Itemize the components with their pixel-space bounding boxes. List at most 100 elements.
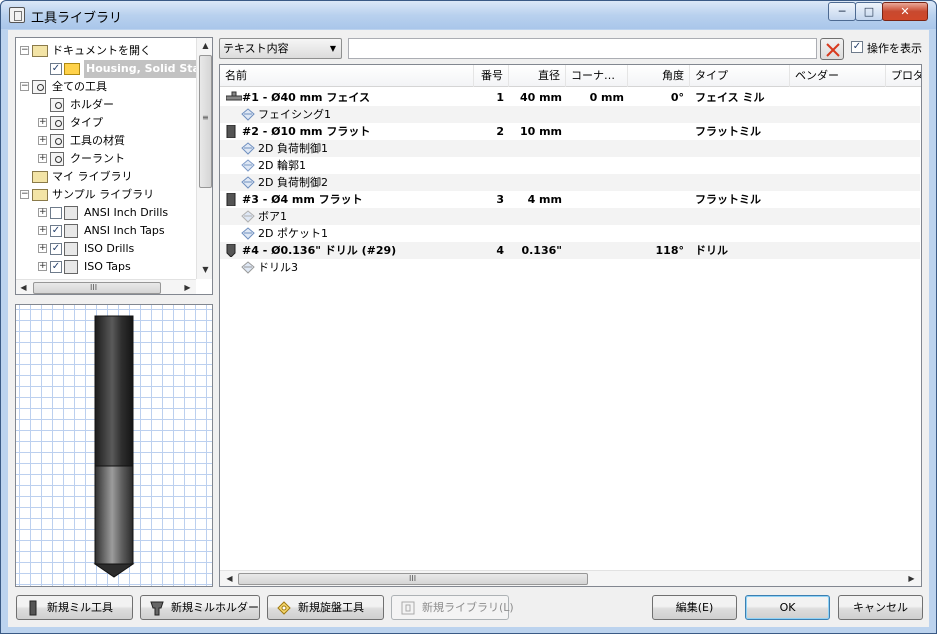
tool-type: ドリル bbox=[695, 244, 728, 257]
tool-angle bbox=[628, 191, 684, 208]
tree-item-checkbox[interactable] bbox=[50, 207, 62, 219]
close-button[interactable]: ✕ bbox=[882, 2, 928, 21]
tree-expander-icon[interactable]: + bbox=[38, 226, 47, 235]
tool-angle: 0° bbox=[670, 91, 684, 104]
window-title: 工具ライブラリ bbox=[31, 11, 123, 26]
tree-expander-icon[interactable]: + bbox=[38, 208, 47, 217]
tree-expander-icon[interactable]: + bbox=[38, 154, 47, 163]
list-scroll-right-arrow[interactable]: ▶ bbox=[904, 571, 919, 586]
tree-item[interactable]: − サンプル ライブラリ bbox=[16, 186, 196, 204]
tree-item-checkbox[interactable]: ✓ bbox=[50, 261, 62, 273]
tree-expander-icon[interactable]: + bbox=[38, 136, 47, 145]
operation-name: ボア1 bbox=[258, 210, 287, 223]
tree-expander-icon[interactable]: + bbox=[38, 244, 47, 253]
filter-mode-dropdown[interactable]: テキスト内容 ▼ bbox=[219, 38, 342, 59]
scroll-down-arrow[interactable]: ▼ bbox=[198, 262, 212, 277]
tree-expander-icon[interactable]: + bbox=[38, 262, 47, 271]
drill-op-icon bbox=[241, 261, 255, 274]
tree-item[interactable]: ✓ Housing, Solid Stat bbox=[16, 60, 208, 78]
operation-row[interactable]: 2D 負荷制御1 bbox=[220, 140, 920, 157]
column-header-number[interactable]: 番号 bbox=[474, 65, 509, 87]
new-lathe-tool-label: 新規旋盤工具 bbox=[298, 601, 364, 614]
tree-item-label: ドキュメントを開く bbox=[52, 44, 151, 57]
column-header-diameter[interactable]: 直径 bbox=[509, 65, 566, 87]
tree-item[interactable]: + ✓ ANSI Inch Taps bbox=[16, 222, 196, 240]
new-mill-tool-button[interactable]: 新規ミル工具 bbox=[16, 595, 133, 620]
tool-row[interactable]: #4 - Ø0.136" ドリル (#29) 4 0.136" 118° ドリル bbox=[220, 242, 920, 259]
clear-filter-button[interactable] bbox=[820, 38, 844, 60]
tree-item-label: サンプル ライブラリ bbox=[52, 188, 155, 201]
tool-row[interactable]: #3 - Ø4 mm フラット 3 4 mm フラットミル bbox=[220, 191, 920, 208]
column-header-type[interactable]: タイプ bbox=[690, 65, 790, 87]
tree-item-checkbox[interactable]: ✓ bbox=[50, 243, 62, 255]
operation-name: 2D 負荷制御1 bbox=[258, 142, 328, 155]
edit-button[interactable]: 編集(E) bbox=[652, 595, 737, 620]
operation-name: 2D ポケット1 bbox=[258, 227, 328, 240]
tree-expander-icon[interactable]: − bbox=[20, 82, 29, 91]
tree-hscroll-thumb[interactable]: III bbox=[33, 282, 161, 294]
tree-vertical-scrollbar[interactable]: ▲ ≡ ▼ bbox=[196, 38, 212, 279]
operation-row[interactable]: ボア1 bbox=[220, 208, 920, 225]
hscroll-grip-icon: III bbox=[90, 283, 98, 292]
scroll-right-arrow[interactable]: ▶ bbox=[180, 280, 195, 294]
library-icon bbox=[64, 224, 78, 238]
operation-row[interactable]: 2D 負荷制御2 bbox=[220, 174, 920, 191]
tree-item[interactable]: + クーラント bbox=[16, 150, 196, 168]
tree-item[interactable]: + 工具の材質 bbox=[16, 132, 196, 150]
tree-item[interactable]: + ✓ ISO Drills bbox=[16, 240, 196, 258]
tool-row[interactable]: #1 - Ø40 mm フェイス 1 40 mm 0 mm 0° フェイス ミル bbox=[220, 89, 920, 106]
minimize-button[interactable]: ─ bbox=[828, 2, 856, 21]
new-lathe-tool-button[interactable]: 新規旋盤工具 bbox=[267, 595, 384, 620]
column-header-vendor[interactable]: ベンダー bbox=[790, 65, 886, 87]
scroll-grip-icon: ≡ bbox=[202, 113, 209, 122]
tool-preview bbox=[15, 304, 213, 587]
tool-angle: 118° bbox=[655, 244, 684, 257]
scroll-left-arrow[interactable]: ◀ bbox=[16, 280, 31, 294]
tree-item[interactable]: ホルダー bbox=[16, 96, 196, 114]
tool-name: #3 - Ø4 mm フラット bbox=[242, 193, 363, 206]
maximize-button[interactable]: □ bbox=[855, 2, 883, 21]
new-library-button[interactable]: 新規ライブラリ(L) bbox=[391, 595, 514, 620]
column-header-name[interactable]: 名前 bbox=[220, 65, 474, 87]
adaptive-op-icon bbox=[241, 142, 255, 155]
tool-list[interactable]: 名前 番号 直径 コーナ… 角度 タイプ ベンダー プロダ #1 - Ø40 m… bbox=[219, 64, 922, 587]
tree-item-checkbox[interactable]: ✓ bbox=[50, 63, 62, 75]
tree-item[interactable]: − 全ての工具 bbox=[16, 78, 196, 96]
operation-row[interactable]: 2D ポケット1 bbox=[220, 225, 920, 242]
show-operations-checkbox[interactable]: ✓ bbox=[851, 41, 863, 53]
column-header-angle[interactable]: 角度 bbox=[628, 65, 690, 87]
tree-scroll-thumb[interactable]: ≡ bbox=[199, 55, 212, 188]
list-horizontal-scrollbar[interactable]: ◀ III ▶ bbox=[220, 570, 921, 586]
operation-row[interactable]: フェイシング1 bbox=[220, 106, 920, 123]
tree-expander-icon[interactable]: + bbox=[38, 118, 47, 127]
list-scroll-left-arrow[interactable]: ◀ bbox=[222, 571, 237, 586]
library-tree[interactable]: − ドキュメントを開く ✓ Housing, Solid Stat − 全ての工具 ホルダー… bbox=[15, 37, 213, 295]
tree-expander-icon[interactable]: − bbox=[20, 190, 29, 199]
tree-item-label: ISO Drills bbox=[84, 242, 135, 255]
tool-diameter: 40 mm bbox=[519, 91, 562, 104]
column-header-product[interactable]: プロダ bbox=[886, 65, 921, 87]
tool-diameter: 10 mm bbox=[519, 125, 562, 138]
tree-item[interactable]: + ANSI Inch Drills bbox=[16, 204, 196, 222]
title-bar[interactable]: 工具ライブラリ ─ □ ✕ bbox=[1, 1, 936, 29]
operation-row[interactable]: ドリル3 bbox=[220, 259, 920, 276]
cancel-button[interactable]: キャンセル bbox=[838, 595, 923, 620]
tree-expander-icon[interactable]: − bbox=[20, 46, 29, 55]
list-hscroll-thumb[interactable]: III bbox=[238, 573, 588, 585]
new-mill-holder-button[interactable]: 新規ミルホルダー bbox=[140, 595, 260, 620]
tree-item-checkbox[interactable]: ✓ bbox=[50, 225, 62, 237]
holder-icon bbox=[150, 601, 164, 616]
tree-item[interactable]: − ドキュメントを開く bbox=[16, 42, 196, 60]
tree-horizontal-scrollbar[interactable]: ◀ III ▶ bbox=[16, 279, 196, 294]
tree-item[interactable]: + タイプ bbox=[16, 114, 196, 132]
scroll-up-arrow[interactable]: ▲ bbox=[198, 38, 212, 53]
tree-item[interactable]: + ✓ ISO Taps bbox=[16, 258, 196, 276]
column-header-corner[interactable]: コーナ… bbox=[566, 65, 628, 87]
tool-row[interactable]: #2 - Ø10 mm フラット 2 10 mm フラットミル bbox=[220, 123, 920, 140]
tree-item-label: 工具の材質 bbox=[70, 134, 125, 147]
ok-button[interactable]: OK bbox=[745, 595, 830, 620]
operation-row[interactable]: 2D 輪郭1 bbox=[220, 157, 920, 174]
tree-item[interactable]: マイ ライブラリ bbox=[16, 168, 196, 186]
filter-text-input[interactable] bbox=[348, 38, 817, 59]
tool-corner bbox=[566, 123, 624, 140]
